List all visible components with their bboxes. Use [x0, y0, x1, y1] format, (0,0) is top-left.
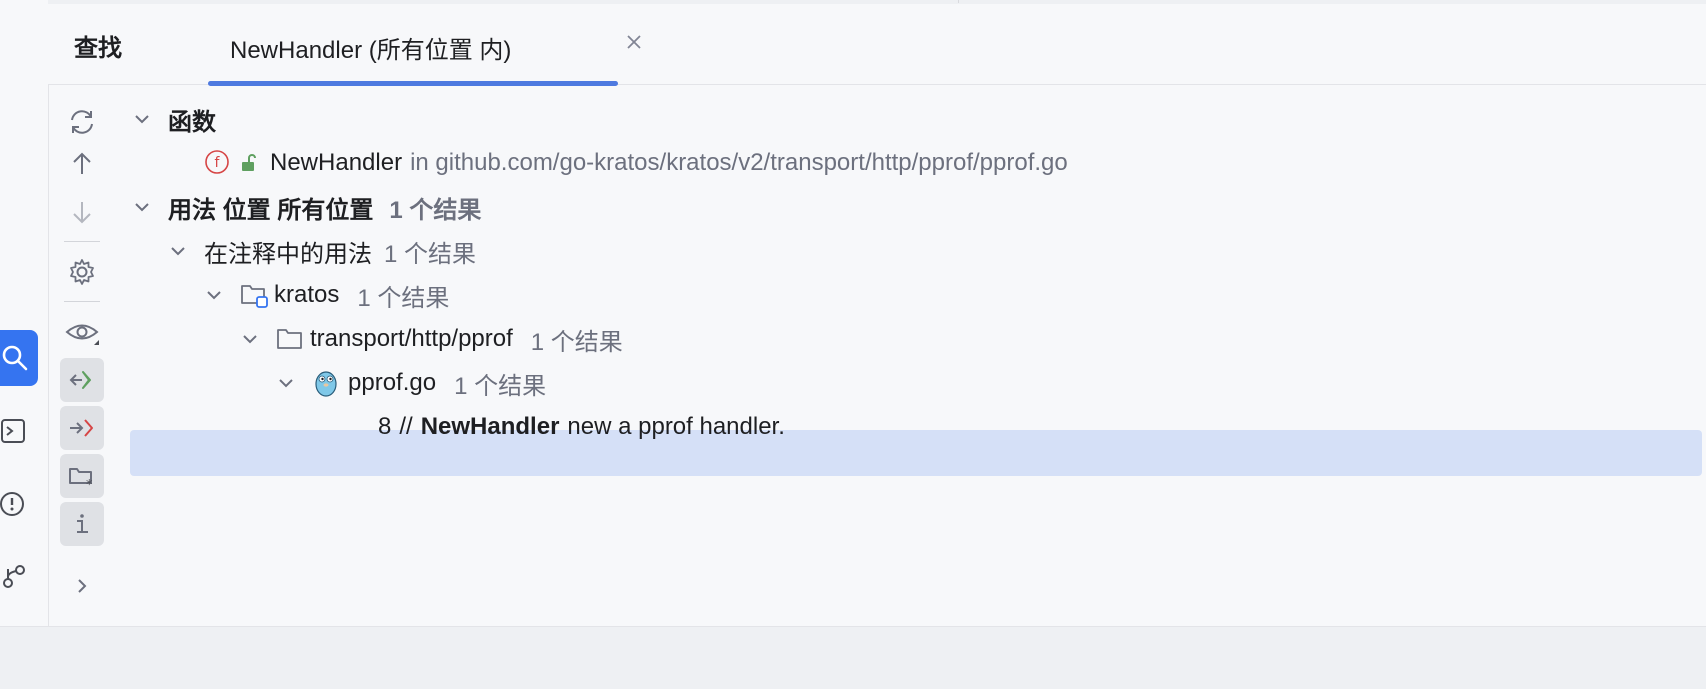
tab-newhandler[interactable]: NewHandler (所有位置 内)	[158, 4, 641, 86]
editor-fragment	[188, 0, 959, 3]
close-icon[interactable]	[622, 30, 646, 54]
toolbar-separator	[64, 241, 100, 242]
write-access-filter-button[interactable]	[60, 406, 104, 450]
usages-header: 用法 位置 所有位置	[168, 196, 374, 224]
write-access-icon	[70, 419, 93, 437]
chevron-down-icon[interactable]	[202, 283, 226, 307]
tree-node-function-item[interactable]: f NewHandler in github.com/go-kratos/kra…	[204, 140, 1706, 186]
tree-node-match-line[interactable]: 8 // NewHandler new a pprof handler.	[378, 404, 1706, 450]
directory-label: transport/http/pprof	[310, 325, 513, 352]
find-toolbar: *	[56, 100, 106, 660]
comment-prefix: //	[399, 413, 413, 440]
problems-icon	[0, 492, 24, 516]
info-button[interactable]	[60, 502, 104, 546]
file-count: 1 个结果	[454, 372, 547, 400]
problems-tool-button[interactable]	[0, 476, 38, 532]
comment-usages-count: 1 个结果	[384, 240, 477, 268]
file-label: pprof.go	[348, 369, 437, 396]
previous-occurrence-button[interactable]	[60, 142, 104, 186]
match-suffix: new a pprof handler.	[567, 413, 785, 440]
expand-toolbar-button[interactable]	[60, 564, 104, 608]
read-access-filter-button[interactable]	[60, 358, 104, 402]
tree-node-directory[interactable]: transport/http/pprof 1 个结果	[238, 316, 1706, 362]
line-number: 8	[378, 413, 392, 440]
tree-node-module[interactable]: kratos 1 个结果	[202, 272, 1706, 318]
find-tool-button[interactable]	[0, 330, 38, 386]
match-highlight: NewHandler	[420, 413, 560, 440]
git-branch-icon	[3, 565, 25, 588]
terminal-tool-button[interactable]	[0, 403, 38, 459]
read-access-icon	[69, 371, 91, 389]
folder-scope-icon: *	[69, 468, 93, 491]
chevron-down-icon[interactable]	[274, 371, 298, 395]
search-icon	[2, 345, 28, 371]
usages-count: 1 个结果	[389, 196, 482, 224]
eye-icon	[65, 324, 99, 345]
function-name: NewHandler	[270, 149, 403, 176]
function-path: in github.com/go-kratos/kratos/v2/transp…	[410, 149, 1068, 176]
chevron-down-icon[interactable]	[166, 239, 190, 263]
module-count: 1 个结果	[357, 284, 450, 312]
results-tree: 函数 f NewHandler in github.com/go-kratos/…	[130, 96, 1706, 626]
info-icon	[77, 514, 88, 533]
unlock-icon	[240, 153, 258, 173]
preview-button[interactable]	[60, 310, 104, 354]
function-icon: f	[204, 149, 232, 177]
settings-button[interactable]	[60, 250, 104, 294]
svg-text:f: f	[215, 155, 221, 171]
terminal-icon	[1, 419, 25, 443]
find-tool-title: 查找	[74, 35, 122, 62]
scope-filter-button[interactable]: *	[60, 454, 104, 498]
bottom-status-bar	[0, 626, 1706, 689]
chevron-down-icon[interactable]	[130, 195, 154, 219]
folder-icon	[276, 326, 304, 352]
svg-text:*: *	[86, 478, 93, 491]
tab-label: NewHandler (所有位置 内)	[230, 37, 512, 64]
active-tab-indicator	[208, 81, 618, 86]
find-tabbar: 查找 NewHandler (所有位置 内)	[48, 4, 1706, 86]
git-tool-button[interactable]	[0, 548, 38, 604]
arrow-up-icon	[73, 152, 91, 174]
chevron-down-icon[interactable]	[130, 107, 154, 131]
functions-header: 函数	[168, 108, 216, 136]
go-gopher-icon	[312, 368, 340, 398]
directory-count: 1 个结果	[530, 328, 623, 356]
expand-chevron-icon	[78, 579, 87, 593]
module-label: kratos	[274, 281, 340, 308]
left-tool-strip	[0, 0, 49, 688]
chevron-down-icon[interactable]	[238, 327, 262, 351]
module-folder-icon	[240, 281, 270, 309]
tree-node-file[interactable]: pprof.go 1 个结果	[274, 360, 1706, 406]
rerun-button[interactable]	[60, 100, 104, 144]
refresh-icon	[71, 110, 93, 134]
comment-usages-label: 在注释中的用法	[204, 240, 372, 268]
toolbar-separator	[64, 301, 100, 302]
tree-node-usages[interactable]: 用法 位置 所有位置 1 个结果	[130, 184, 1700, 230]
tree-node-comment-usages[interactable]: 在注释中的用法 1 个结果	[166, 228, 1706, 274]
settings-icon	[70, 259, 94, 285]
next-occurrence-button[interactable]	[60, 190, 104, 234]
arrow-down-icon	[73, 202, 91, 224]
tree-node-functions[interactable]: 函数	[130, 96, 1700, 142]
